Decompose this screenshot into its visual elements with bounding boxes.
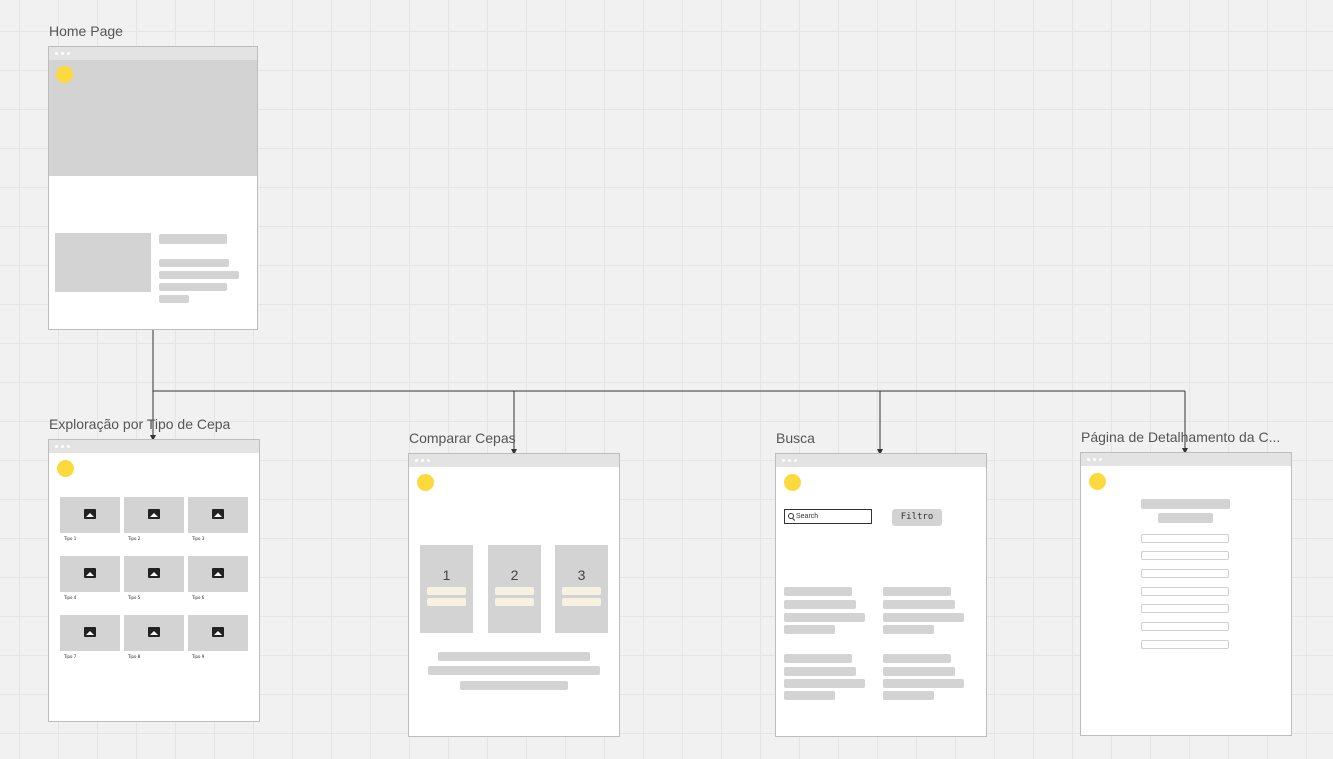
text-placeholder (784, 679, 865, 688)
text-placeholder (495, 587, 534, 595)
frame-label-compare: Comparar Cepas (409, 430, 516, 446)
detail-field[interactable] (1141, 534, 1229, 543)
tile-caption: Tipo 6 (192, 595, 205, 600)
tile-caption: Tipo 8 (128, 654, 141, 659)
filter-button[interactable]: Filtro (892, 509, 942, 526)
detail-field[interactable] (1141, 640, 1229, 649)
type-tile[interactable] (188, 497, 248, 533)
detail-field[interactable] (1141, 604, 1229, 613)
text-placeholder (883, 667, 955, 676)
type-tile[interactable] (60, 497, 120, 533)
detail-field[interactable] (1141, 622, 1229, 631)
text-placeholder (159, 295, 189, 303)
text-placeholder (784, 654, 852, 663)
frame-home[interactable] (48, 46, 258, 330)
text-placeholder (159, 283, 227, 291)
type-tile[interactable] (124, 556, 184, 592)
text-placeholder (784, 613, 865, 622)
window-bar (409, 454, 619, 467)
text-placeholder (159, 234, 227, 244)
tile-caption: Tipo 9 (192, 654, 205, 659)
compare-column[interactable]: 3 (555, 545, 608, 633)
image-icon (148, 627, 160, 637)
type-tile[interactable] (188, 556, 248, 592)
hero-placeholder (49, 60, 257, 176)
image-icon (84, 568, 96, 578)
image-icon (212, 627, 224, 637)
frame-explore[interactable]: Tipo 1 Tipo 2 Tipo 3 Tipo 4 Tipo 5 Tipo … (48, 439, 260, 722)
window-bar (776, 454, 986, 467)
frame-detail[interactable] (1080, 452, 1292, 736)
logo-dot (417, 474, 434, 491)
text-placeholder (427, 598, 466, 606)
compare-column[interactable]: 2 (488, 545, 541, 633)
detail-field[interactable] (1141, 551, 1229, 560)
text-placeholder (784, 625, 835, 634)
text-placeholder (159, 259, 229, 267)
text-placeholder (784, 600, 856, 609)
text-placeholder (159, 271, 239, 279)
tile-caption: Tipo 3 (192, 536, 205, 541)
frame-label-search: Busca (776, 430, 815, 446)
text-placeholder (784, 691, 835, 700)
text-placeholder (883, 625, 934, 634)
compare-column-number: 2 (510, 567, 519, 583)
image-placeholder (55, 233, 151, 292)
image-icon (212, 509, 224, 519)
text-placeholder (460, 681, 568, 690)
type-tile[interactable] (124, 497, 184, 533)
frame-label-home: Home Page (49, 23, 123, 39)
text-placeholder (495, 598, 534, 606)
text-placeholder (562, 587, 601, 595)
logo-dot (56, 66, 73, 83)
text-placeholder (427, 587, 466, 595)
text-placeholder (428, 666, 600, 675)
image-icon (84, 509, 96, 519)
tile-caption: Tipo 5 (128, 595, 141, 600)
frame-compare[interactable]: 1 2 3 (408, 453, 620, 737)
text-placeholder (883, 654, 951, 663)
text-placeholder (784, 667, 856, 676)
type-tile[interactable] (60, 615, 120, 651)
frame-search[interactable]: Search Filtro (775, 453, 987, 737)
logo-dot (1089, 473, 1106, 490)
search-icon (788, 513, 794, 519)
text-placeholder (883, 600, 955, 609)
image-icon (148, 568, 160, 578)
text-placeholder (562, 598, 601, 606)
tile-caption: Tipo 4 (64, 595, 77, 600)
search-input[interactable]: Search (784, 509, 872, 524)
detail-field[interactable] (1141, 569, 1229, 578)
text-placeholder (438, 652, 590, 661)
text-placeholder (883, 679, 964, 688)
frame-label-detail: Página de Detalhamento da C... (1081, 429, 1281, 445)
tile-caption: Tipo 2 (128, 536, 141, 541)
compare-column-number: 1 (442, 567, 451, 583)
detail-field[interactable] (1141, 587, 1229, 596)
text-placeholder (883, 613, 964, 622)
type-tile[interactable] (188, 615, 248, 651)
search-placeholder: Search (796, 513, 819, 520)
text-placeholder (883, 587, 951, 596)
frame-label-explore: Exploração por Tipo de Cepa (49, 416, 231, 432)
title-placeholder (1141, 499, 1230, 509)
image-icon (84, 627, 96, 637)
window-bar (49, 440, 259, 453)
compare-column-number: 3 (577, 567, 586, 583)
subtitle-placeholder (1158, 513, 1213, 523)
window-bar (1081, 453, 1291, 466)
logo-dot (784, 474, 801, 491)
tile-caption: Tipo 7 (64, 654, 77, 659)
image-icon (212, 568, 224, 578)
logo-dot (57, 460, 74, 477)
type-tile[interactable] (124, 615, 184, 651)
type-tile[interactable] (60, 556, 120, 592)
compare-column[interactable]: 1 (420, 545, 473, 633)
window-bar (49, 47, 257, 60)
text-placeholder (883, 691, 934, 700)
text-placeholder (784, 587, 852, 596)
tile-caption: Tipo 1 (64, 536, 77, 541)
image-icon (148, 509, 160, 519)
